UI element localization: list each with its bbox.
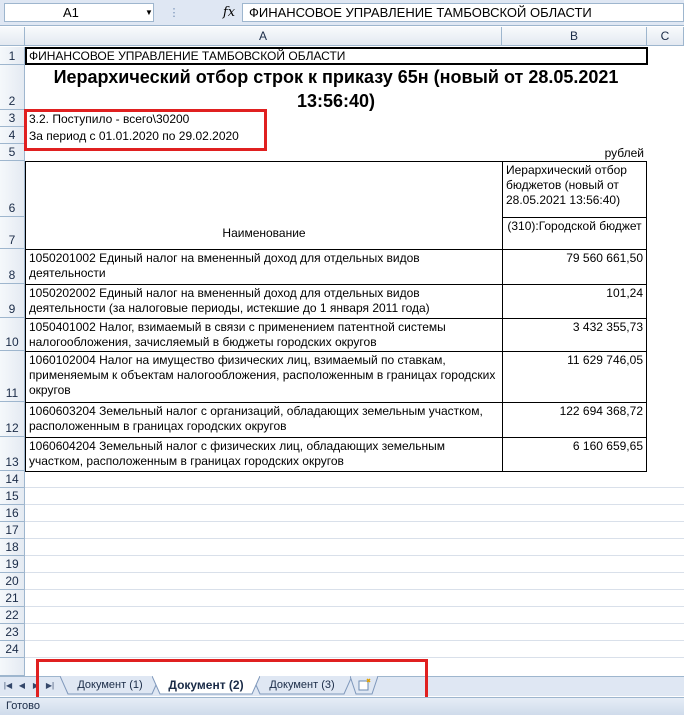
chevron-down-icon[interactable]: ▼ <box>143 3 155 22</box>
row-header[interactable]: 8 <box>0 249 25 284</box>
table-row-value[interactable]: 79 560 661,50 <box>502 249 647 285</box>
column-header-b[interactable]: B <box>502 27 647 46</box>
table-row-name[interactable]: 1060603204 Земельный налог с организаций… <box>25 402 503 438</box>
status-bar: Готово <box>0 697 684 715</box>
prev-sheet-icon[interactable]: ◀ <box>16 679 28 693</box>
table-row-name[interactable]: 1060604204 Земельный налог с физических … <box>25 437 503 472</box>
row-header[interactable]: 4 <box>0 127 25 144</box>
selected-cell-outline <box>25 47 648 65</box>
gridline <box>25 572 684 573</box>
fx-icon[interactable]: fx <box>216 3 242 22</box>
gridline <box>25 606 684 607</box>
table-row-name[interactable]: 1050201002 Единый налог на вмененный дох… <box>25 249 503 285</box>
report-title[interactable]: Иерархический отбор строк к приказу 65н … <box>25 65 647 113</box>
gridline <box>25 555 684 556</box>
row-header[interactable]: 5 <box>0 144 25 161</box>
row-header[interactable]: 14 <box>0 471 25 488</box>
row-header[interactable]: 15 <box>0 488 25 505</box>
row-header[interactable]: 20 <box>0 573 25 590</box>
row-header[interactable]: 17 <box>0 522 25 539</box>
formula-input[interactable]: ФИНАНСОВОЕ УПРАВЛЕНИЕ ТАМБОВСКОЙ ОБЛАСТИ <box>242 3 684 22</box>
resize-handle-icon[interactable]: ⋮ <box>168 4 180 22</box>
header-group[interactable]: Иерархический отбор бюджетов (новый от 2… <box>502 161 647 218</box>
row-header[interactable]: 23 <box>0 624 25 641</box>
name-box[interactable]: A1 <box>4 3 154 22</box>
gridline <box>25 538 684 539</box>
row-header[interactable]: 13 <box>0 437 25 471</box>
row-header[interactable]: 19 <box>0 556 25 573</box>
table-row-value[interactable]: 101,24 <box>502 284 647 319</box>
table-row-name[interactable]: 1050202002 Единый налог на вмененный дох… <box>25 284 503 319</box>
gridline <box>25 657 684 658</box>
row-header[interactable] <box>0 658 25 676</box>
header-name-label: Наименование <box>222 226 306 240</box>
row-header[interactable]: 10 <box>0 318 25 351</box>
row-header[interactable]: 7 <box>0 217 25 249</box>
row-header[interactable]: 22 <box>0 607 25 624</box>
row-header[interactable]: 18 <box>0 539 25 556</box>
header-name[interactable]: Наименование <box>25 161 503 250</box>
row-header[interactable]: 6 <box>0 161 25 217</box>
row-header[interactable]: 21 <box>0 590 25 607</box>
column-header-c[interactable]: C <box>647 27 684 46</box>
column-header-a[interactable]: A <box>25 27 502 46</box>
gridline <box>25 487 684 488</box>
row-header[interactable]: 12 <box>0 402 25 437</box>
table-row-value[interactable]: 3 432 355,73 <box>502 318 647 352</box>
table-row-value[interactable]: 6 160 659,65 <box>502 437 647 472</box>
gridline <box>25 623 684 624</box>
first-sheet-icon[interactable]: |◀ <box>2 679 14 693</box>
header-budget[interactable]: (310):Городской бюджет <box>502 217 647 250</box>
row-header[interactable]: 2 <box>0 65 25 110</box>
row-header[interactable]: 11 <box>0 351 25 402</box>
row-header[interactable]: 1 <box>0 47 25 65</box>
gridline <box>25 640 684 641</box>
table-row-name[interactable]: 1050401002 Налог, взимаемый в связи с пр… <box>25 318 503 352</box>
row-header[interactable]: 16 <box>0 505 25 522</box>
highlight-box-subtitle <box>24 109 267 151</box>
row-header[interactable]: 24 <box>0 641 25 658</box>
table-row-value[interactable]: 11 629 746,05 <box>502 351 647 403</box>
gridline <box>25 521 684 522</box>
table-row-value[interactable]: 122 694 368,72 <box>502 402 647 438</box>
table-row-name[interactable]: 1060102004 Налог на имущество физических… <box>25 351 503 403</box>
gridline <box>25 504 684 505</box>
row-header[interactable]: 3 <box>0 110 25 127</box>
select-all-corner[interactable] <box>0 27 25 46</box>
gridline <box>25 589 684 590</box>
cell-units[interactable]: рублей <box>502 146 644 161</box>
row-header[interactable]: 9 <box>0 284 25 318</box>
